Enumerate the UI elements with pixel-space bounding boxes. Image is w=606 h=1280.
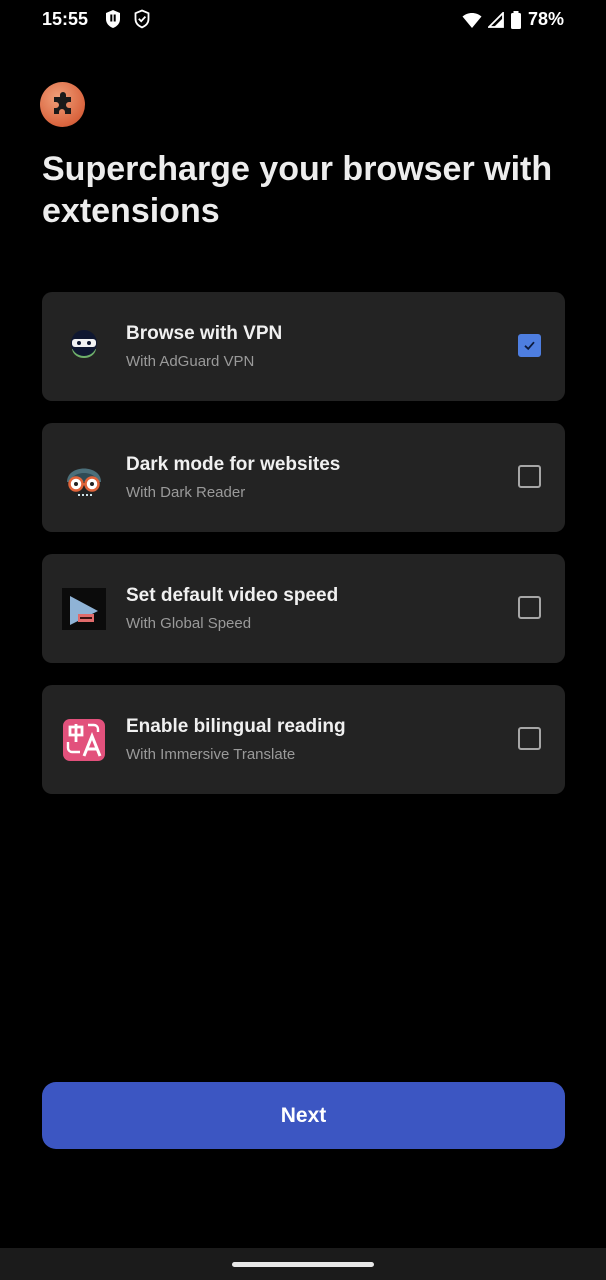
checkmark-icon — [524, 341, 535, 351]
extension-subtitle: With AdGuard VPN — [126, 353, 255, 370]
global-speed-play-icon — [62, 588, 106, 630]
dark-reader-glasses-icon — [67, 468, 101, 496]
next-button[interactable]: Next — [42, 1082, 565, 1149]
extension-subtitle: With Dark Reader — [126, 484, 246, 501]
battery-percent: 78% — [527, 9, 564, 29]
extension-title: Browse with VPN — [126, 323, 283, 344]
checkbox-immersive-translate[interactable] — [518, 727, 541, 750]
navigation-bar — [0, 1248, 606, 1280]
home-gesture-handle[interactable] — [232, 1262, 374, 1267]
extension-title: Dark mode for websites — [126, 454, 341, 475]
immersive-translate-icon — [63, 719, 105, 761]
battery-icon — [510, 10, 521, 29]
extension-subtitle: With Global Speed — [126, 615, 252, 632]
extension-title: Enable bilingual reading — [126, 716, 346, 737]
extension-card-global-speed[interactable]: Set default video speed With Global Spee… — [42, 554, 565, 663]
page-title: Supercharge your browser with extensions — [42, 150, 553, 230]
signal-icon — [487, 11, 504, 28]
checkbox-global-speed[interactable] — [518, 596, 541, 619]
extension-card-adguard-vpn[interactable]: Browse with VPN With AdGuard VPN — [42, 292, 565, 401]
vpn-shield-icon — [134, 9, 150, 29]
wifi-icon — [462, 12, 482, 28]
app-logo — [40, 82, 85, 127]
checkbox-dark-reader[interactable] — [518, 465, 541, 488]
checkbox-adguard-vpn[interactable] — [518, 334, 541, 357]
status-right: 78% — [462, 9, 564, 30]
extension-title: Set default video speed — [126, 585, 339, 606]
extension-subtitle: With Immersive Translate — [126, 746, 296, 763]
adguard-vpn-ninja-icon — [71, 330, 97, 358]
status-bar: 15:55 78% — [0, 0, 606, 40]
app-shield-icon — [106, 10, 120, 28]
extension-card-immersive-translate[interactable]: Enable bilingual reading With Immersive … — [42, 685, 565, 794]
extension-card-dark-reader[interactable]: Dark mode for websites With Dark Reader — [42, 423, 565, 532]
extension-puzzle-icon — [53, 91, 71, 114]
status-time: 15:55 — [42, 9, 89, 29]
